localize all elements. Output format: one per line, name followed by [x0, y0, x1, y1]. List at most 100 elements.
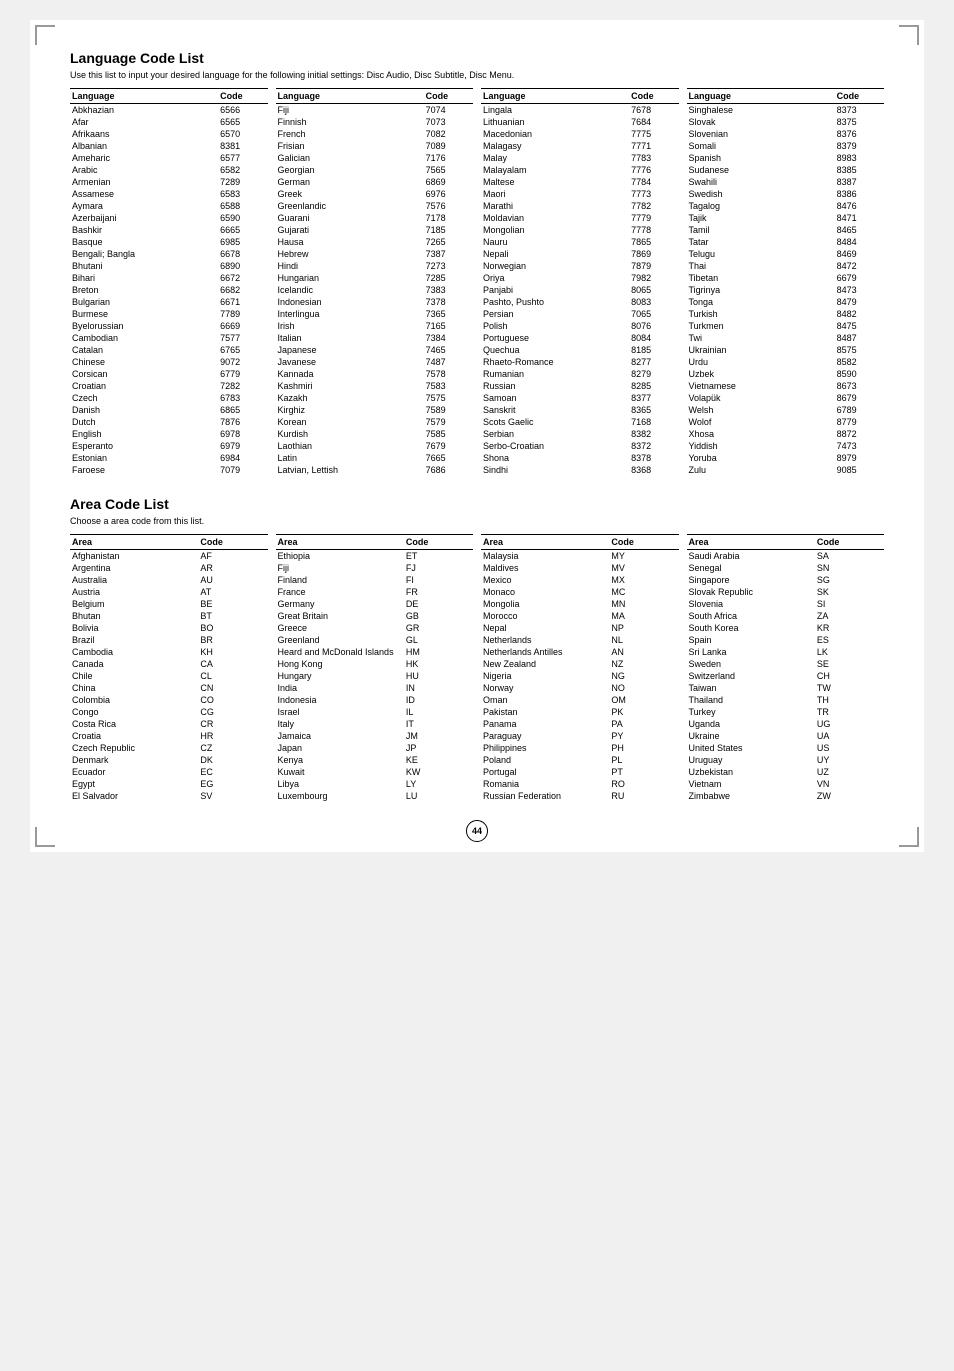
- row-code: 7065: [629, 308, 678, 320]
- row-code: 8381: [218, 140, 267, 152]
- row-code: 8365: [629, 404, 678, 416]
- row-code: NG: [609, 670, 678, 682]
- table-row: Russian8285: [481, 380, 679, 392]
- row-name: Assamese: [70, 188, 218, 200]
- row-name: Lingala: [481, 104, 629, 117]
- row-code: NO: [609, 682, 678, 694]
- row-code: CR: [198, 718, 267, 730]
- row-name: Uruguay: [687, 754, 815, 766]
- table-row: BrazilBR: [70, 634, 268, 646]
- table-row: Slovenian8376: [687, 128, 885, 140]
- row-name: Samoan: [481, 392, 629, 404]
- row-name: Somali: [687, 140, 835, 152]
- table-row: Malagasy7771: [481, 140, 679, 152]
- lang-col2-header-name: Language: [276, 89, 424, 104]
- row-code: 7285: [424, 272, 473, 284]
- row-code: SE: [815, 658, 884, 670]
- row-code: 8083: [629, 296, 678, 308]
- table-row: Fiji7074: [276, 104, 474, 117]
- row-name: Ethiopia: [276, 550, 404, 563]
- row-name: Tatar: [687, 236, 835, 248]
- table-row: Yiddish7473: [687, 440, 885, 452]
- row-code: 7585: [424, 428, 473, 440]
- row-code: SG: [815, 574, 884, 586]
- table-row: Frisian7089: [276, 140, 474, 152]
- row-code: 7576: [424, 200, 473, 212]
- row-name: Corsican: [70, 368, 218, 380]
- row-name: Tajik: [687, 212, 835, 224]
- row-name: Scots Gaelic: [481, 416, 629, 428]
- table-row: Hong KongHK: [276, 658, 474, 670]
- row-code: RO: [609, 778, 678, 790]
- row-code: 7384: [424, 332, 473, 344]
- area-col1-header-name: Area: [70, 535, 198, 550]
- table-row: IndiaIN: [276, 682, 474, 694]
- row-code: 8779: [835, 416, 884, 428]
- row-code: 6765: [218, 344, 267, 356]
- lang-col4-header-name: Language: [687, 89, 835, 104]
- row-name: Rhaeto-Romance: [481, 356, 629, 368]
- table-row: LuxembourgLU: [276, 790, 474, 802]
- row-name: Albanian: [70, 140, 218, 152]
- row-name: Catalan: [70, 344, 218, 356]
- table-row: Laothian7679: [276, 440, 474, 452]
- row-name: Ukrainian: [687, 344, 835, 356]
- row-code: 6672: [218, 272, 267, 284]
- row-name: Abkhazian: [70, 104, 218, 117]
- row-code: 7079: [218, 464, 267, 476]
- row-name: Costa Rica: [70, 718, 198, 730]
- row-code: PK: [609, 706, 678, 718]
- table-row: Latvian, Lettish7686: [276, 464, 474, 476]
- area-section-title: Area Code List: [70, 496, 884, 512]
- row-code: 8472: [835, 260, 884, 272]
- row-name: Macedonian: [481, 128, 629, 140]
- row-name: Galician: [276, 152, 424, 164]
- row-name: Greenlandic: [276, 200, 424, 212]
- row-code: CH: [815, 670, 884, 682]
- row-code: 8673: [835, 380, 884, 392]
- row-name: United States: [687, 742, 815, 754]
- row-code: HU: [404, 670, 473, 682]
- row-name: Mongolia: [481, 598, 609, 610]
- table-row: Assamese6583: [70, 188, 268, 200]
- table-row: IndonesiaID: [276, 694, 474, 706]
- row-name: Congo: [70, 706, 198, 718]
- row-name: Breton: [70, 284, 218, 296]
- table-row: Vietnamese8673: [687, 380, 885, 392]
- row-code: MN: [609, 598, 678, 610]
- row-name: Esperanto: [70, 440, 218, 452]
- row-code: 8484: [835, 236, 884, 248]
- row-code: 8372: [629, 440, 678, 452]
- table-row: Rumanian8279: [481, 368, 679, 380]
- row-code: 7487: [424, 356, 473, 368]
- row-name: Bhutan: [70, 610, 198, 622]
- row-name: Bashkir: [70, 224, 218, 236]
- row-code: 8575: [835, 344, 884, 356]
- table-row: Tatar8484: [687, 236, 885, 248]
- row-code: IN: [404, 682, 473, 694]
- row-name: Tigrinya: [687, 284, 835, 296]
- table-row: Mongolian7778: [481, 224, 679, 236]
- row-code: 6779: [218, 368, 267, 380]
- table-row: Polish8076: [481, 320, 679, 332]
- row-name: Sanskrit: [481, 404, 629, 416]
- row-code: 6671: [218, 296, 267, 308]
- table-row: Irish7165: [276, 320, 474, 332]
- row-name: Serbo-Croatian: [481, 440, 629, 452]
- row-name: Welsh: [687, 404, 835, 416]
- table-row: El SalvadorSV: [70, 790, 268, 802]
- table-row: German6869: [276, 176, 474, 188]
- row-code: 8475: [835, 320, 884, 332]
- table-row: Hindi7273: [276, 260, 474, 272]
- table-row: TaiwanTW: [687, 682, 885, 694]
- row-name: Xhosa: [687, 428, 835, 440]
- row-code: HM: [404, 646, 473, 658]
- row-code: CA: [198, 658, 267, 670]
- table-row: Swedish8386: [687, 188, 885, 200]
- table-row: Panjabi8065: [481, 284, 679, 296]
- row-name: French: [276, 128, 424, 140]
- table-row: Kirghiz7589: [276, 404, 474, 416]
- row-name: Hebrew: [276, 248, 424, 260]
- row-name: Denmark: [70, 754, 198, 766]
- row-name: Nepali: [481, 248, 629, 260]
